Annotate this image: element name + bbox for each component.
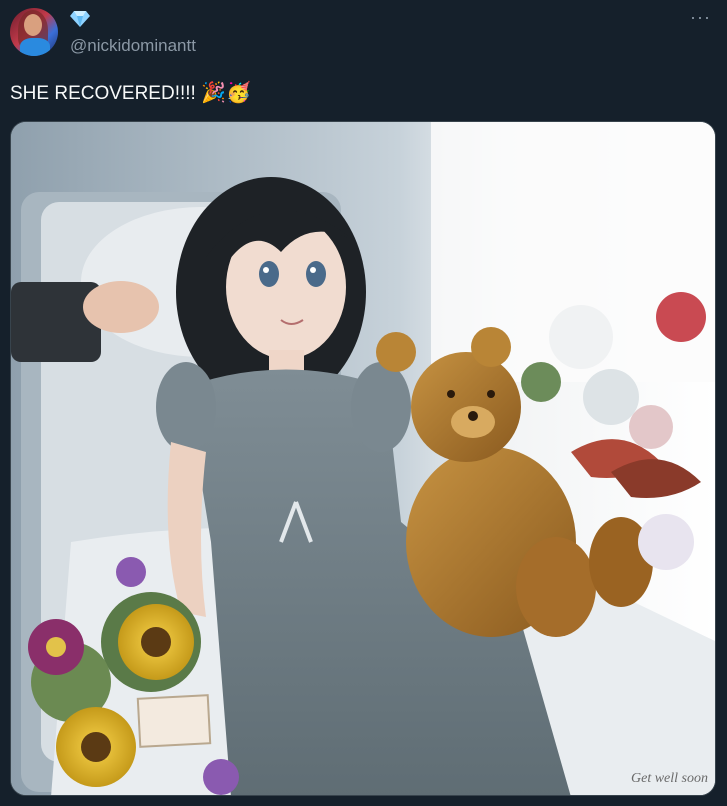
tweet-media-image[interactable]: Get well soon bbox=[10, 121, 716, 796]
tweet-header: @nickidominantt ··· bbox=[10, 8, 717, 58]
tweet: @nickidominantt ··· SHE RECOVERED!!!! 🎉🥳 bbox=[0, 0, 727, 806]
more-options-icon[interactable]: ··· bbox=[690, 8, 711, 26]
anime-girl-hospital-illustration: Get well soon bbox=[11, 122, 715, 795]
tweet-emoji: 🎉🥳 bbox=[201, 82, 251, 104]
diamond-icon bbox=[70, 11, 90, 27]
artist-signature: Get well soon bbox=[631, 771, 708, 786]
user-handle[interactable]: @nickidominantt bbox=[70, 36, 196, 56]
avatar[interactable] bbox=[10, 8, 58, 56]
tweet-text: SHE RECOVERED!!!! 🎉🥳 bbox=[10, 80, 251, 105]
tweet-text-content: SHE RECOVERED!!!! bbox=[10, 83, 196, 104]
